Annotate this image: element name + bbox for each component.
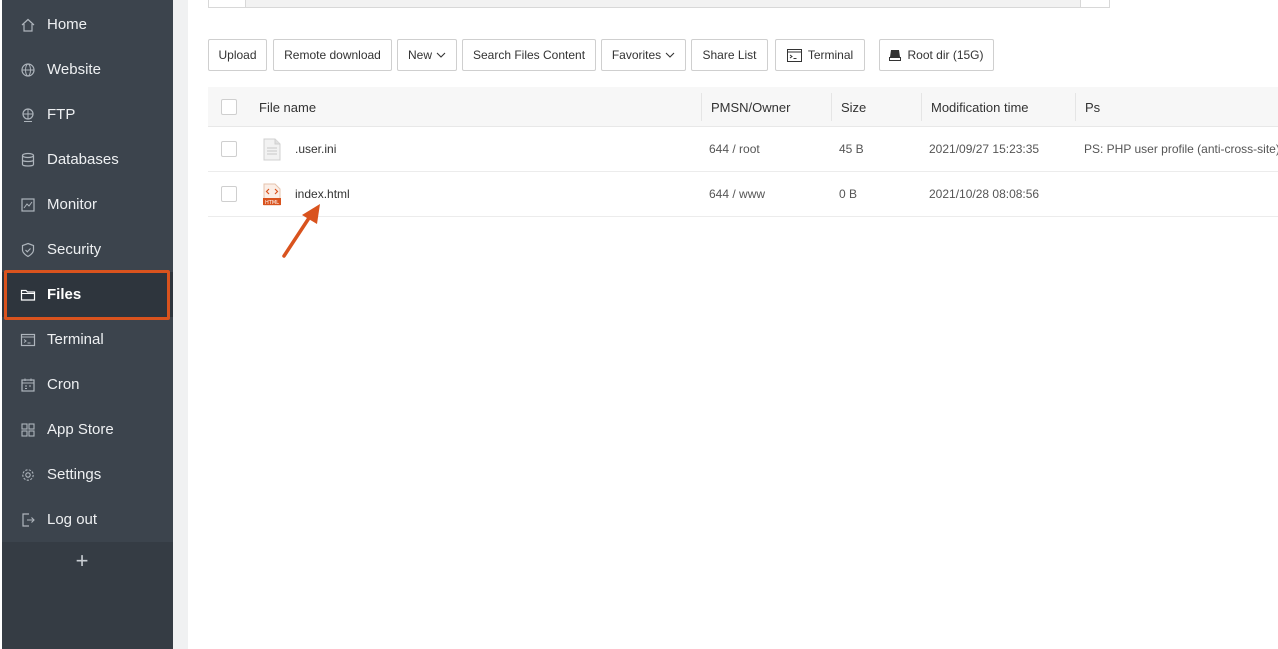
sidebar-item-label: Website: [47, 61, 101, 78]
search-files-content-label: Search Files Content: [472, 48, 586, 62]
sidebar-item-log-out[interactable]: Log out: [2, 497, 173, 542]
file-mtime: 2021/09/27 15:23:35: [929, 142, 1040, 156]
sidebar-item-label: FTP: [47, 106, 76, 123]
upload-button[interactable]: Upload: [208, 39, 267, 71]
sidebar-nav: Home Website FTP Databases Monitor Secur…: [2, 0, 173, 542]
globe-icon: [21, 63, 35, 77]
sidebar-item-label: Cron: [47, 376, 80, 393]
path-refresh-button[interactable]: [1080, 0, 1109, 7]
logout-icon: [22, 513, 35, 527]
new-button[interactable]: New: [397, 39, 457, 71]
path-bar: [208, 0, 1110, 8]
svg-text:HTML: HTML: [265, 200, 279, 206]
row-checkbox[interactable]: [221, 141, 237, 157]
shield-icon: [21, 242, 35, 258]
ftp-globe-icon: [22, 108, 34, 122]
favorites-label: Favorites: [611, 48, 662, 62]
home-icon: [21, 18, 35, 32]
remote-download-label: Remote download: [284, 48, 381, 62]
text-file-icon: [263, 138, 281, 161]
sidebar-item-databases[interactable]: Databases: [2, 137, 173, 182]
column-separator: [831, 93, 832, 121]
sidebar-item-label: Files: [47, 286, 82, 303]
new-label: New: [407, 48, 432, 62]
terminal-icon: [786, 48, 802, 62]
sidebar-item-files[interactable]: Files: [2, 272, 173, 317]
column-separator: [1075, 93, 1076, 121]
header-size[interactable]: Size: [841, 100, 866, 115]
table-row[interactable]: .user.ini 644 / root 45 B 2021/09/27 15:…: [208, 127, 1278, 172]
annotation-arrow: [282, 204, 320, 258]
sidebar-item-label: Log out: [47, 511, 98, 528]
file-name[interactable]: .user.ini: [295, 142, 336, 156]
search-files-content-button[interactable]: Search Files Content: [462, 39, 596, 71]
header-ps: Ps: [1085, 100, 1101, 115]
path-input[interactable]: [246, 0, 1081, 7]
file-mtime: 2021/10/28 08:08:56: [929, 187, 1040, 201]
file-size: 0 B: [839, 187, 858, 201]
sidebar-item-label: Home: [47, 16, 88, 33]
sidebar-item-label: Terminal: [47, 331, 104, 348]
chevron-down-icon: [436, 52, 446, 58]
sidebar-item-monitor[interactable]: Monitor: [2, 182, 173, 227]
file-permission[interactable]: 644 / root: [709, 142, 760, 156]
header-file-name[interactable]: File name: [259, 100, 316, 115]
terminal-label: Terminal: [807, 48, 854, 62]
row-checkbox[interactable]: [221, 186, 237, 202]
sidebar-gutter: [173, 0, 188, 649]
header-modification-time[interactable]: Modification time: [931, 100, 1029, 115]
terminal-icon: [20, 333, 36, 347]
sidebar-item-cron[interactable]: Cron: [2, 362, 173, 407]
root-dir-button[interactable]: Root dir (15G): [879, 39, 994, 71]
sidebar-item-security[interactable]: Security: [2, 227, 173, 272]
file-size: 45 B: [839, 142, 864, 156]
sidebar-item-label: App Store: [47, 421, 114, 438]
sidebar-item-home[interactable]: Home: [2, 2, 173, 47]
share-list-button[interactable]: Share List: [691, 39, 768, 71]
terminal-button[interactable]: Terminal: [775, 39, 865, 71]
chevron-down-icon: [665, 52, 675, 58]
sidebar-item-label: Monitor: [47, 196, 98, 213]
column-separator: [701, 93, 702, 121]
sidebar-item-terminal[interactable]: Terminal: [2, 317, 173, 362]
favorites-button[interactable]: Favorites: [601, 39, 686, 71]
sidebar-item-label: Databases: [47, 151, 119, 168]
remote-download-button[interactable]: Remote download: [273, 39, 392, 71]
add-button[interactable]: +: [72, 548, 92, 576]
sidebar-item-website[interactable]: Website: [2, 47, 173, 92]
root-dir-label: Root dir (15G): [907, 48, 984, 62]
path-back-button[interactable]: [209, 0, 246, 7]
calendar-icon: [21, 378, 35, 392]
gear-icon: [22, 469, 34, 481]
monitor-icon: [21, 198, 35, 212]
share-list-label: Share List: [702, 48, 757, 62]
sidebar-item-label: Settings: [47, 466, 102, 483]
upload-label: Upload: [218, 48, 257, 62]
sidebar-item-settings[interactable]: Settings: [2, 452, 173, 497]
sidebar-item-label: Security: [47, 241, 102, 258]
sidebar-add-area: +: [2, 542, 173, 649]
sidebar: Home Website FTP Databases Monitor Secur…: [0, 0, 173, 649]
html-file-icon: HTML: [263, 183, 281, 206]
file-table-header: File name PMSN/Owner Size Modification t…: [208, 87, 1278, 127]
sidebar-item-ftp[interactable]: FTP: [2, 92, 173, 137]
header-permission[interactable]: PMSN/Owner: [711, 100, 790, 115]
select-all-checkbox[interactable]: [221, 99, 237, 115]
table-row[interactable]: HTML index.html 644 / www 0 B 2021/10/28…: [208, 172, 1278, 217]
file-permission[interactable]: 644 / www: [709, 187, 765, 201]
folder-icon: [20, 289, 36, 301]
grid-icon: [21, 423, 35, 437]
database-icon: [21, 152, 35, 167]
disk-icon: [889, 50, 902, 61]
column-separator: [921, 93, 922, 121]
file-ps[interactable]: PS: PHP user profile (anti-cross-site): [1084, 142, 1278, 156]
file-name[interactable]: index.html: [295, 187, 350, 201]
sidebar-item-app-store[interactable]: App Store: [2, 407, 173, 452]
